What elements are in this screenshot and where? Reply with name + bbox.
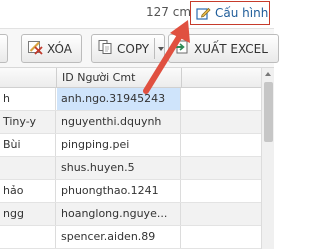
name-cell[interactable]: Bùi bbox=[0, 134, 56, 156]
name-cell[interactable] bbox=[0, 157, 56, 179]
dimension-text: 127 cm bbox=[146, 5, 192, 19]
scroll-up-arrow-icon[interactable] bbox=[265, 72, 271, 76]
empty-cell[interactable] bbox=[182, 203, 261, 225]
copy-button[interactable]: COPY bbox=[91, 34, 165, 63]
delete-button[interactable]: XÓA bbox=[21, 34, 82, 63]
table-row[interactable]: hảo phuongthao.1241 bbox=[0, 180, 261, 203]
table-row[interactable]: Tiny-y nguyenthi.dquynh bbox=[0, 111, 261, 134]
table-row[interactable]: ngg hoanglong.nguye... bbox=[0, 203, 261, 226]
data-grid: ID Người Cmt h anh.ngo.31945243 Tiny-y n… bbox=[0, 68, 274, 249]
column-header-commenter-id[interactable]: ID Người Cmt bbox=[62, 71, 135, 84]
empty-cell[interactable] bbox=[182, 226, 261, 248]
table-row[interactable]: spencer.aiden.89 bbox=[0, 226, 261, 249]
delete-button-label: XÓA bbox=[47, 41, 72, 56]
config-button[interactable]: Cấu hình bbox=[190, 1, 270, 25]
table-row[interactable]: shus.huyen.5 bbox=[0, 157, 261, 180]
export-excel-label: XUẤT EXCEL bbox=[194, 41, 268, 56]
partial-button[interactable] bbox=[0, 34, 8, 63]
commenter-id-cell[interactable]: anh.ngo.31945243 bbox=[57, 88, 181, 110]
column-divider[interactable] bbox=[56, 68, 57, 88]
vertical-scrollbar[interactable] bbox=[261, 68, 274, 249]
config-button-label: Cấu hình bbox=[215, 6, 269, 20]
copy-split-divider bbox=[154, 38, 155, 59]
commenter-id-cell[interactable]: shus.huyen.5 bbox=[57, 157, 181, 179]
empty-cell[interactable] bbox=[182, 88, 261, 110]
column-divider[interactable] bbox=[181, 68, 182, 88]
commenter-id-cell[interactable]: phuongthao.1241 bbox=[57, 180, 181, 202]
chevron-down-icon[interactable] bbox=[158, 47, 164, 51]
name-cell[interactable]: ngg bbox=[0, 203, 56, 225]
toolbar: XÓA COPY XUẤT EXCEL bbox=[0, 28, 279, 68]
export-excel-button[interactable]: XUẤT EXCEL bbox=[168, 34, 279, 63]
copy-icon bbox=[97, 39, 113, 58]
scrollbar-thumb[interactable] bbox=[264, 82, 273, 142]
grid-header: ID Người Cmt bbox=[0, 68, 261, 88]
empty-cell[interactable] bbox=[182, 134, 261, 156]
commenter-id-cell[interactable]: spencer.aiden.89 bbox=[57, 226, 181, 248]
export-icon bbox=[174, 39, 190, 58]
name-cell[interactable] bbox=[0, 226, 56, 248]
grid-rows: h anh.ngo.31945243 Tiny-y nguyenthi.dquy… bbox=[0, 88, 261, 249]
table-row[interactable]: h anh.ngo.31945243 bbox=[0, 88, 261, 111]
empty-cell[interactable] bbox=[182, 180, 261, 202]
empty-cell[interactable] bbox=[182, 111, 261, 133]
table-row[interactable]: Bùi pingping.pei bbox=[0, 134, 261, 157]
name-cell[interactable]: h bbox=[0, 88, 56, 110]
commenter-id-cell[interactable]: nguyenthi.dquynh bbox=[57, 111, 181, 133]
commenter-id-cell[interactable]: hoanglong.nguye... bbox=[57, 203, 181, 225]
copy-button-label: COPY bbox=[117, 41, 150, 56]
delete-icon bbox=[27, 39, 43, 58]
empty-cell[interactable] bbox=[182, 157, 261, 179]
edit-icon bbox=[196, 6, 211, 21]
commenter-id-cell[interactable]: pingping.pei bbox=[57, 134, 181, 156]
name-cell[interactable]: Tiny-y bbox=[0, 111, 56, 133]
name-cell[interactable]: hảo bbox=[0, 180, 56, 202]
status-bar: 127 cm Cấu hình bbox=[0, 0, 274, 28]
